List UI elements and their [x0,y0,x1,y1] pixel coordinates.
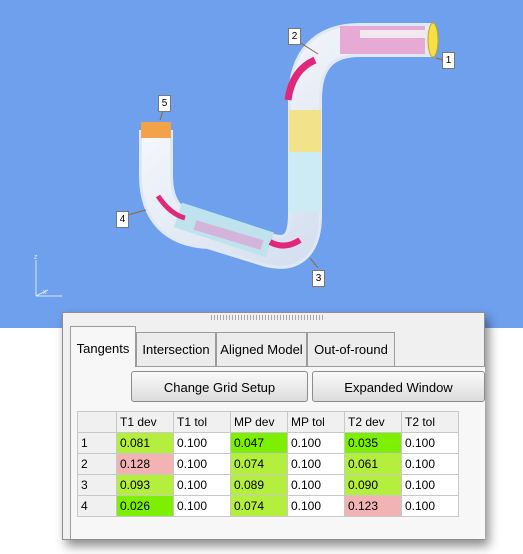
corner-cell [77,411,117,433]
results-panel: Tangents Intersection Aligned Model Out-… [62,312,485,540]
table-cell[interactable]: 0.100 [173,453,231,475]
callout-1: 1 [442,52,455,69]
change-grid-setup-button[interactable]: Change Grid Setup [131,371,308,402]
axis-x-label: x [43,289,47,296]
table-cell[interactable]: 0.061 [344,453,402,475]
table-cell[interactable]: 0.093 [116,474,174,496]
tangents-table[interactable]: T1 dev T1 tol MP dev MP tol T2 dev T2 to… [77,411,459,517]
column-header[interactable]: T1 tol [173,411,231,433]
table-cell[interactable]: 0.100 [401,432,459,454]
callout-2: 2 [288,28,301,45]
table-row[interactable]: 3 0.093 0.100 0.089 0.100 0.090 0.100 [77,474,459,496]
callout-5: 5 [158,95,171,112]
table-cell[interactable]: 0.047 [230,432,288,454]
table-cell[interactable]: 0.100 [287,432,345,454]
expanded-window-button[interactable]: Expanded Window [312,371,485,402]
callout-4: 4 [116,211,129,228]
table-cell[interactable]: 0.100 [401,495,459,517]
table-cell[interactable]: 0.100 [173,474,231,496]
tab-aligned-model[interactable]: Aligned Model [216,332,307,366]
table-cell[interactable]: 0.035 [344,432,402,454]
row-header[interactable]: 4 [77,495,117,517]
column-header[interactable]: T2 tol [401,411,459,433]
table-cell[interactable]: 0.100 [287,474,345,496]
table-cell[interactable]: 0.026 [116,495,174,517]
table-cell[interactable]: 0.128 [116,453,174,475]
column-header[interactable]: MP tol [287,411,345,433]
row-header[interactable]: 3 [77,474,117,496]
axis-triad-icon [35,260,62,297]
column-header[interactable]: MP dev [230,411,288,433]
callout-3: 3 [312,270,325,287]
table-row[interactable]: 4 0.026 0.100 0.074 0.100 0.123 0.100 [77,495,459,517]
tangents-tab-content: Change Grid Setup Expanded Window T1 dev… [70,366,485,539]
3d-viewport[interactable]: 1 2 3 4 5 z x [0,0,523,328]
axis-z-label: z [34,254,38,261]
table-row[interactable]: 2 0.128 0.100 0.074 0.100 0.061 0.100 [77,453,459,475]
row-header[interactable]: 2 [77,453,117,475]
panel-drag-handle[interactable] [211,315,323,320]
tab-tangents[interactable]: Tangents [70,326,136,367]
table-cell[interactable]: 0.081 [116,432,174,454]
table-cell[interactable]: 0.090 [344,474,402,496]
tab-out-of-round[interactable]: Out-of-round [307,332,395,366]
table-cell[interactable]: 0.089 [230,474,288,496]
column-header[interactable]: T2 dev [344,411,402,433]
table-cell[interactable]: 0.100 [401,474,459,496]
table-cell[interactable]: 0.100 [287,495,345,517]
table-cell[interactable]: 0.074 [230,495,288,517]
tab-intersection[interactable]: Intersection [136,332,216,366]
table-cell[interactable]: 0.074 [230,453,288,475]
table-cell[interactable]: 0.100 [401,453,459,475]
table-cell[interactable]: 0.100 [173,495,231,517]
row-header[interactable]: 1 [77,432,117,454]
table-header-row: T1 dev T1 tol MP dev MP tol T2 dev T2 to… [77,411,459,433]
table-row[interactable]: 1 0.081 0.100 0.047 0.100 0.035 0.100 [77,432,459,454]
table-cell[interactable]: 0.100 [173,432,231,454]
column-header[interactable]: T1 dev [116,411,174,433]
table-cell[interactable]: 0.123 [344,495,402,517]
table-cell[interactable]: 0.100 [287,453,345,475]
